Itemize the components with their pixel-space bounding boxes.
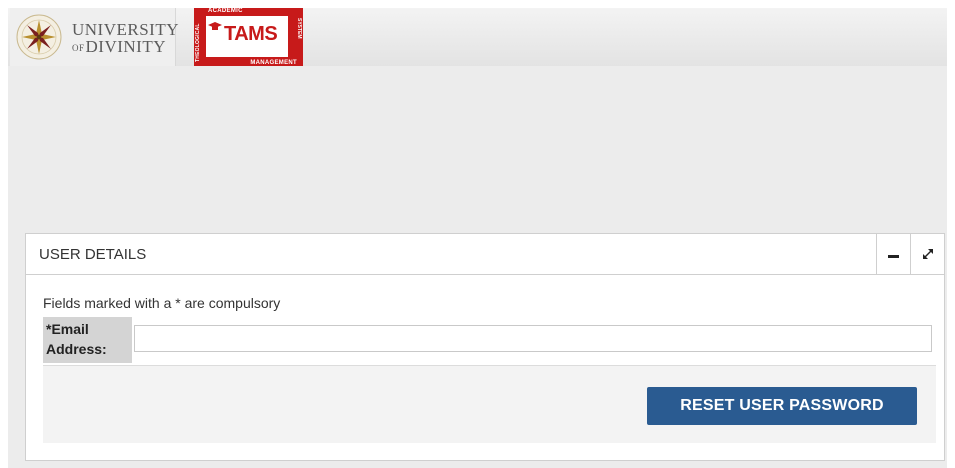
maximize-button[interactable]: [910, 234, 944, 274]
university-name-line1: UNIVERSITY: [72, 20, 179, 39]
form-actions: RESET USER PASSWORD: [43, 365, 936, 443]
university-of-divinity-logo[interactable]: UNIVERSITY OFDIVINITY: [10, 8, 179, 66]
email-address-label: *Email Address:: [43, 317, 132, 363]
panel-title: USER DETAILS: [39, 246, 147, 263]
expand-arrows-icon: [922, 249, 933, 259]
tams-wordmark: TAMS: [224, 23, 278, 45]
user-details-panel: USER DETAILS Fields marked with a * are …: [25, 233, 945, 461]
tams-bottom-text: MANAGEMENT: [250, 60, 297, 66]
tams-right-text: SYSTEM: [296, 18, 302, 39]
graduation-cap-icon: [208, 22, 222, 30]
tams-top-text: ACADEMIC: [208, 8, 243, 14]
reset-user-password-button[interactable]: RESET USER PASSWORD: [647, 387, 917, 425]
top-header-bar: UNIVERSITY OFDIVINITY ACADEMIC THEOLOGIC…: [8, 8, 947, 66]
email-address-input[interactable]: [134, 325, 932, 352]
page: UNIVERSITY OFDIVINITY ACADEMIC THEOLOGIC…: [8, 8, 947, 468]
panel-header: USER DETAILS: [26, 234, 944, 275]
minus-icon: [888, 254, 899, 258]
tams-left-text: THEOLOGICAL: [195, 23, 201, 62]
university-seal-icon: [16, 14, 62, 60]
tams-logo-panel: TAMS: [206, 16, 288, 57]
university-name-line2: OFDIVINITY: [72, 37, 166, 56]
compulsory-fields-note: Fields marked with a * are compulsory: [43, 295, 281, 311]
tams-logo[interactable]: ACADEMIC THEOLOGICAL TAMS SYSTEM MANAGEM…: [194, 8, 303, 66]
minimize-button[interactable]: [876, 234, 910, 274]
